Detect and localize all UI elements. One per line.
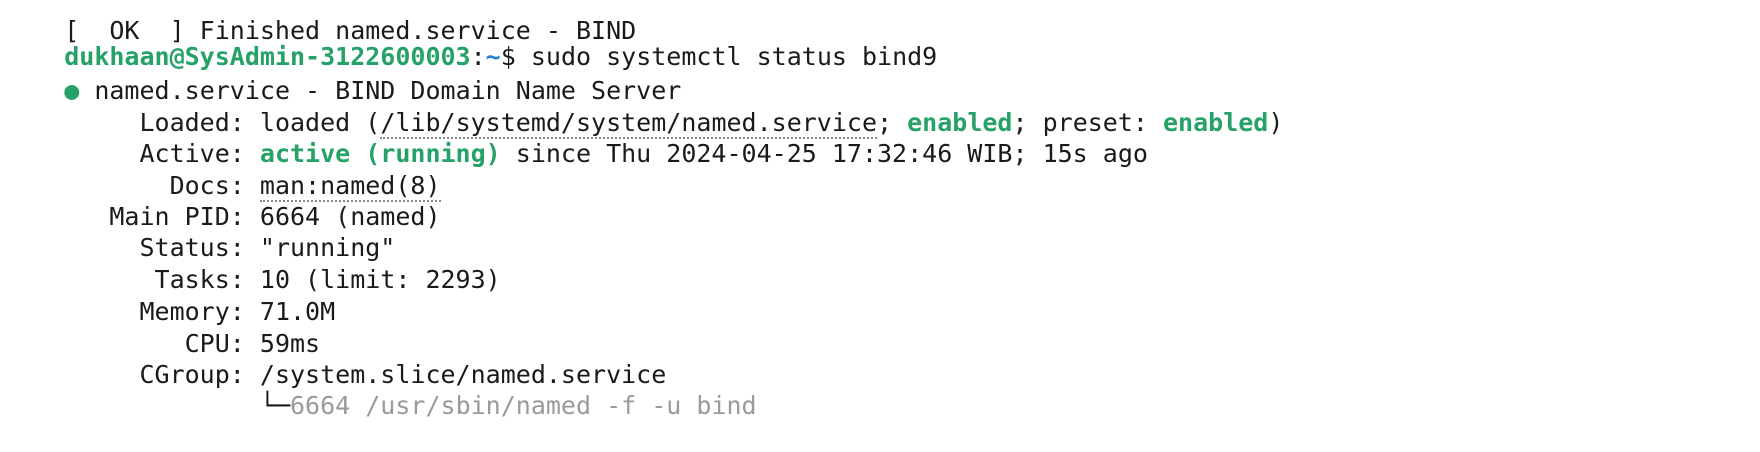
prompt-line: dukhaan@SysAdmin-3122600003:~$ sudo syst… (4, 4, 937, 71)
cgroup-process-line: └─6664 /usr/sbin/named -f -u bind (4, 353, 757, 420)
cgroup-line: CGroup: /system.slice/named.service (4, 322, 666, 389)
status-line: Status: "running" (4, 195, 395, 262)
preset-state: enabled (1163, 108, 1269, 137)
memory-line: Memory: 71.0M (4, 259, 335, 326)
docs-line: Docs: man:named(8) (4, 133, 441, 202)
service-header-line: ● named.service - BIND Domain Name Serve… (4, 38, 681, 105)
active-line: Active: active (running) since Thu 2024-… (4, 101, 1147, 168)
cpu-line: CPU: 59ms (4, 291, 320, 358)
main-pid-line: Main PID: 6664 (named) (4, 164, 440, 231)
cgroup-process: 6664 /usr/sbin/named -f -u bind (290, 391, 757, 420)
active-since: since Thu 2024-04-25 17:32:46 WIB; 15s a… (500, 139, 1148, 168)
loaded-suffix: ) (1268, 108, 1284, 137)
cgroup-indent (64, 391, 260, 420)
tasks-line: Tasks: 10 (limit: 2293) (4, 227, 501, 294)
loaded-line: Loaded: loaded (/lib/systemd/system/name… (4, 70, 1283, 139)
terminal-window[interactable]: [ OK ] Finished named.service - BIND duk… (0, 0, 1760, 452)
tree-branch-icon: └─ (259, 391, 290, 420)
